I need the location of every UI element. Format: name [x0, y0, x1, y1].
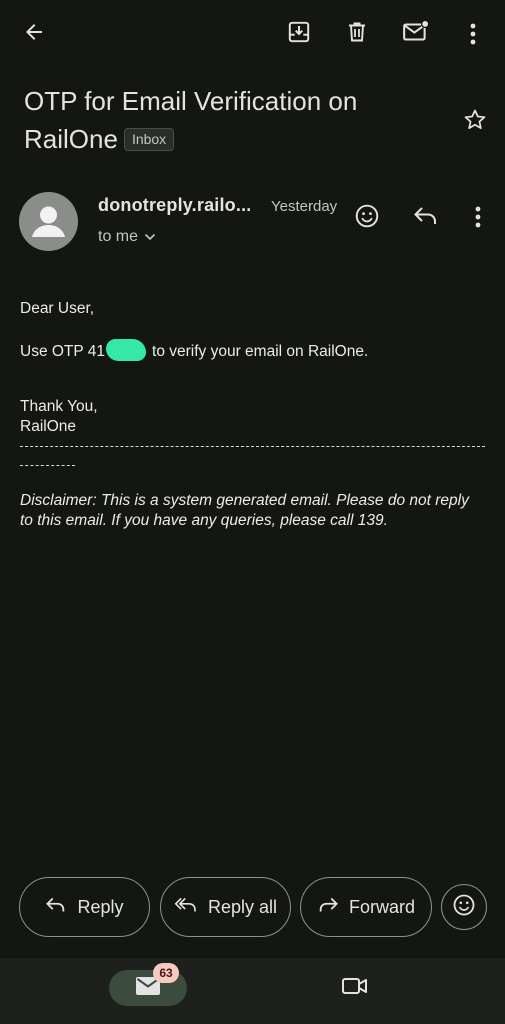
redaction-mark: [106, 339, 147, 361]
unread-count-badge: 63: [153, 963, 179, 983]
inbox-label-chip[interactable]: Inbox: [123, 128, 175, 151]
body-otp-line: Use OTP 41 to verify your email on RailOn…: [20, 339, 490, 362]
forward-icon: [317, 896, 339, 919]
message-more-button[interactable]: [456, 195, 500, 239]
react-button[interactable]: [345, 194, 389, 238]
reply-all-icon: [174, 896, 198, 919]
separator-line: [20, 446, 485, 447]
archive-icon: [286, 19, 312, 45]
more-vert-icon: [470, 23, 476, 45]
body-disclaimer: Disclaimer: This is a system generated e…: [20, 492, 469, 529]
mark-unread-icon: [402, 19, 430, 45]
separator-line-wrap: [20, 465, 75, 466]
sender-avatar[interactable]: [19, 192, 78, 251]
back-arrow-icon: [22, 20, 46, 44]
forward-label: Forward: [348, 896, 415, 917]
more-options-button[interactable]: [451, 12, 495, 56]
reply-label: Reply: [77, 896, 124, 917]
body-thanks: Thank You,: [20, 398, 98, 415]
emoji-icon: [452, 893, 476, 922]
person-icon: [32, 206, 65, 237]
emoji-icon: [354, 203, 380, 229]
otp-suffix: to verify your email on RailOne.: [152, 343, 369, 360]
otp-prefix: Use OTP 41: [20, 343, 106, 360]
bottom-navigation: [0, 958, 505, 1024]
body-signature: RailOne: [20, 418, 76, 435]
reply-action-button[interactable]: Reply: [19, 877, 150, 937]
forward-action-button[interactable]: Forward: [300, 877, 432, 937]
body-greeting: Dear User,: [20, 300, 95, 317]
reply-icon: [413, 205, 439, 227]
reply-icon: [45, 896, 67, 919]
reply-button[interactable]: [404, 194, 448, 238]
nav-meet-tab[interactable]: [332, 970, 378, 1006]
delete-icon: [345, 19, 369, 45]
sender-name[interactable]: donotreply.railo...: [98, 195, 251, 216]
archive-button[interactable]: [277, 10, 321, 54]
recipient-text: to me: [98, 228, 139, 245]
reply-all-label: Reply all: [207, 896, 278, 917]
back-button[interactable]: [12, 10, 56, 54]
message-time: Yesterday: [271, 198, 338, 215]
subject-text: OTP for Email Verification on RailOne: [24, 86, 358, 154]
recipient-details-toggle[interactable]: to me: [98, 228, 156, 246]
star-button[interactable]: [453, 98, 497, 142]
delete-button[interactable]: [335, 10, 379, 54]
star-icon: [462, 107, 488, 133]
video-camera-icon: [341, 976, 369, 1001]
chevron-down-icon: [144, 228, 156, 246]
more-vert-icon: [475, 206, 481, 228]
emoji-reaction-button[interactable]: [441, 884, 487, 930]
mark-unread-button[interactable]: [394, 10, 438, 54]
email-subject: OTP for Email Verification on RailOne Inb…: [24, 82, 444, 158]
reply-all-action-button[interactable]: Reply all: [160, 877, 291, 937]
